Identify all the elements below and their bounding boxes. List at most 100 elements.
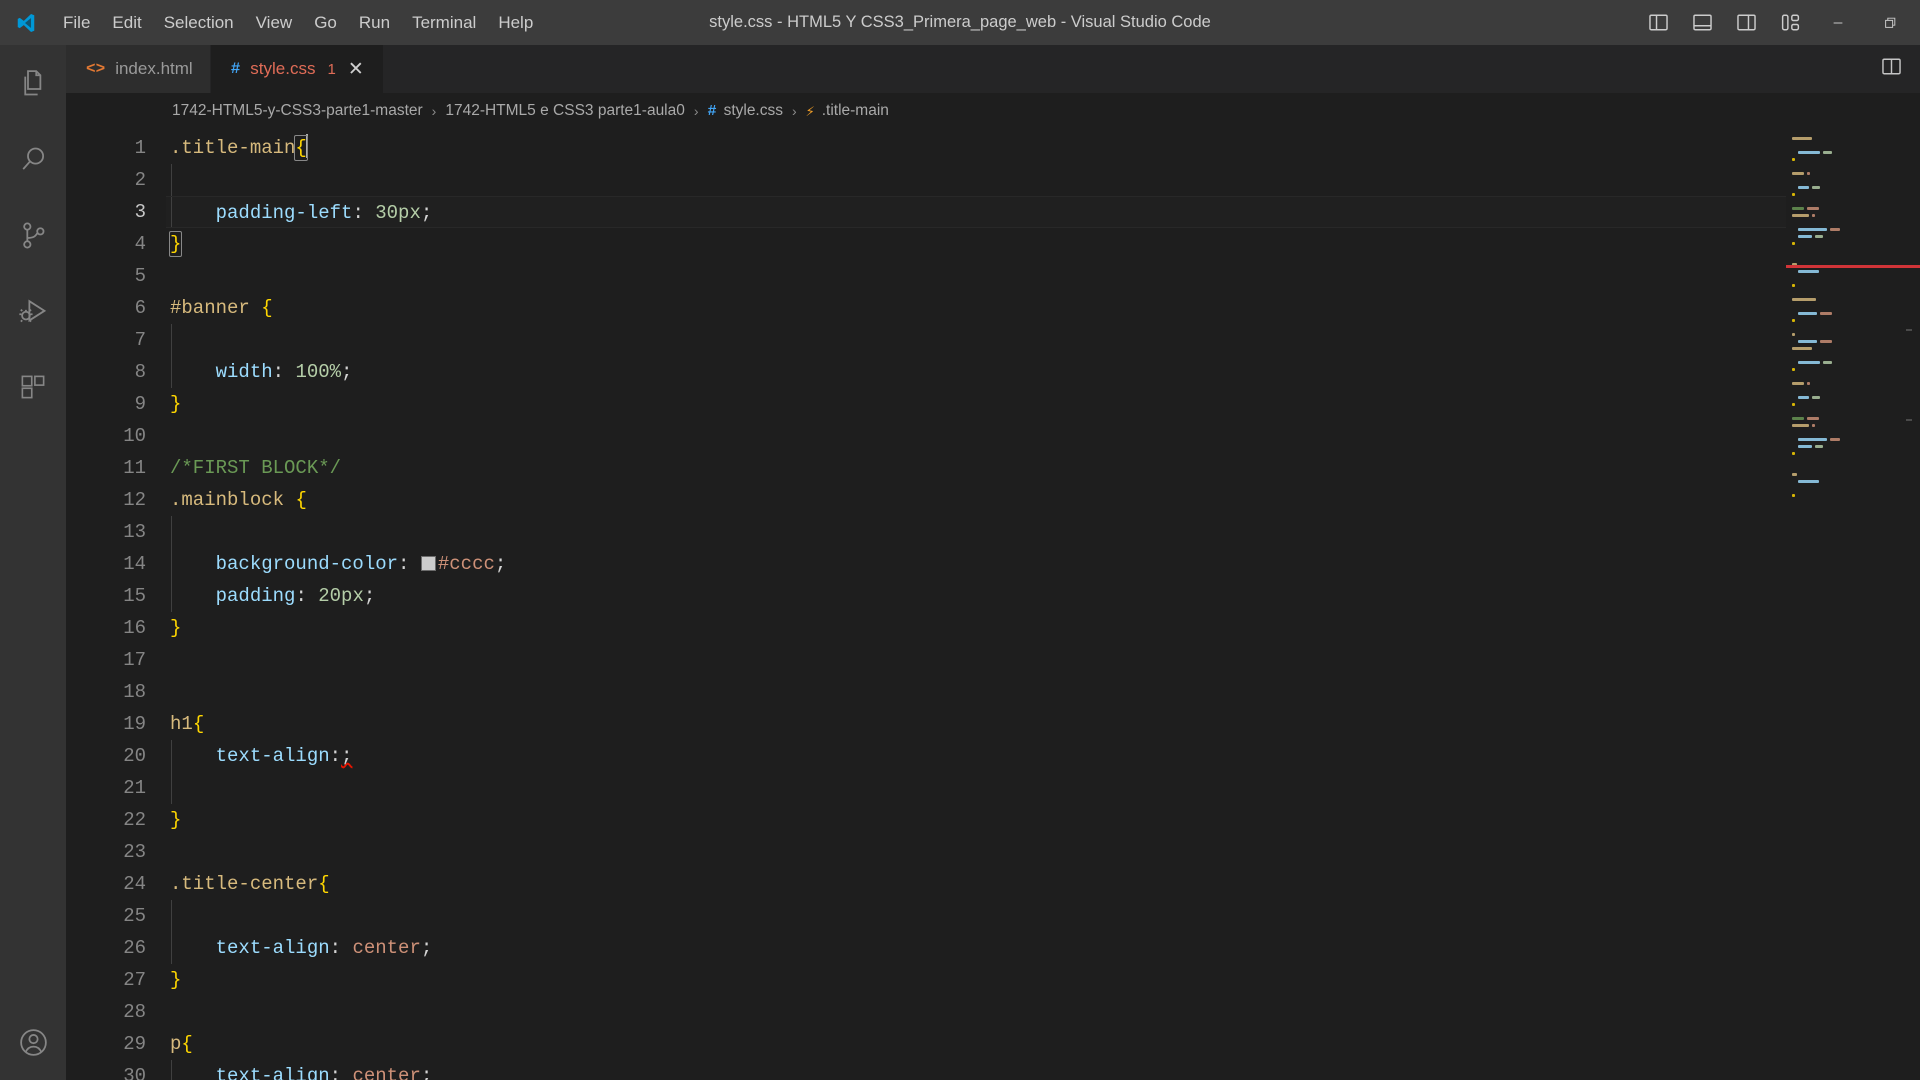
line-number: 20	[123, 745, 146, 767]
code-content[interactable]: .title-main{ padding-left: 30px; } #bann…	[166, 129, 1786, 1080]
minimap-line	[1786, 303, 1906, 310]
breadcrumb-label: 1742-HTML5 e CSS3 parte1-aula0	[445, 102, 685, 119]
code-line: p{	[170, 1033, 193, 1055]
restore-button[interactable]	[1864, 0, 1916, 45]
tab-label: style.css	[250, 59, 316, 78]
minimap-line	[1786, 394, 1906, 401]
css-file-icon: #	[707, 102, 717, 120]
indent-guide	[171, 164, 172, 196]
minimap-line	[1786, 436, 1906, 443]
minimap-line	[1786, 450, 1906, 457]
text-cursor	[305, 134, 308, 158]
overview-ruler[interactable]	[1906, 129, 1920, 1080]
minimap[interactable]	[1786, 129, 1906, 1080]
code-line	[166, 772, 1786, 804]
menu-file[interactable]: File	[52, 9, 101, 37]
css-file-icon: #	[230, 60, 241, 78]
minimize-button[interactable]	[1812, 0, 1864, 45]
line-number: 11	[123, 457, 146, 479]
breadcrumb-item-folder-sub[interactable]: 1742-HTML5 e CSS3 parte1-aula0	[445, 102, 685, 120]
split-editor-icon[interactable]	[1881, 56, 1902, 82]
sidebar-item-run-debug[interactable]	[0, 273, 66, 349]
menu-selection[interactable]: Selection	[153, 9, 245, 37]
code-line: background-color: #cccc;	[166, 548, 1786, 580]
minimap-line	[1786, 205, 1906, 212]
color-swatch[interactable]	[420, 556, 436, 571]
line-number: 30	[123, 1065, 146, 1080]
overview-change-marker	[1906, 329, 1912, 331]
toggle-panel-icon[interactable]	[1680, 2, 1724, 44]
sidebar-item-search[interactable]	[0, 121, 66, 197]
minimap-line	[1786, 156, 1906, 163]
editor-actions	[1881, 45, 1920, 93]
tab-style-css[interactable]: # style.css 1 ✕	[210, 45, 384, 93]
line-number: 5	[134, 265, 146, 287]
minimap-line	[1786, 240, 1906, 247]
toggle-secondary-sidebar-icon[interactable]	[1724, 2, 1768, 44]
minimap-line	[1786, 268, 1906, 275]
error-squiggle: ;	[341, 745, 353, 767]
minimap-line	[1786, 478, 1906, 485]
vscode-logo[interactable]	[0, 12, 52, 34]
code-line: h1{	[170, 713, 205, 735]
line-number: 9	[134, 393, 146, 415]
minimap-line	[1786, 296, 1906, 303]
minimap-line	[1786, 226, 1906, 233]
line-number: 25	[123, 905, 146, 927]
breadcrumb-item-file[interactable]: # style.css	[708, 102, 783, 120]
indent-guide	[171, 324, 172, 356]
breadcrumb-item-folder-root[interactable]: 1742-HTML5-y-CSS3-parte1-master	[172, 102, 423, 120]
minimap-line	[1786, 247, 1906, 254]
minimap-line	[1786, 254, 1906, 261]
code-line: }	[170, 393, 182, 415]
workbench: <> index.html # style.css 1 ✕ 1742-HTML5…	[0, 45, 1920, 1080]
minimap-line	[1786, 387, 1906, 394]
minimap-line	[1786, 233, 1906, 240]
minimap-line	[1786, 184, 1906, 191]
line-number: 13	[123, 521, 146, 543]
customize-layout-icon[interactable]	[1768, 2, 1812, 44]
menu-edit[interactable]: Edit	[101, 9, 152, 37]
minimap-line	[1786, 485, 1906, 492]
code-editor[interactable]: 1 2 3 4 5 6 7 8 9 10 11 12 13 14 15 16 1	[66, 129, 1920, 1080]
line-number: 2	[134, 169, 146, 191]
minimap-line	[1786, 275, 1906, 282]
breadcrumb: 1742-HTML5-y-CSS3-parte1-master › 1742-H…	[66, 93, 1920, 129]
breadcrumb-separator: ›	[792, 103, 797, 119]
sidebar-item-explorer[interactable]	[0, 45, 66, 121]
sidebar-item-extensions[interactable]	[0, 349, 66, 425]
minimap-line	[1786, 163, 1906, 170]
breadcrumb-item-symbol[interactable]: ⚡ .title-main	[806, 102, 889, 121]
code-line: }	[170, 809, 182, 831]
minimap-line	[1786, 324, 1906, 331]
line-number: 21	[123, 777, 146, 799]
tab-index-html[interactable]: <> index.html	[66, 45, 211, 93]
menu-help[interactable]: Help	[487, 9, 544, 37]
line-number: 3	[134, 201, 146, 223]
line-number: 26	[123, 937, 146, 959]
accounts-icon[interactable]	[0, 1004, 66, 1080]
sidebar-item-source-control[interactable]	[0, 197, 66, 273]
breadcrumb-separator: ›	[431, 103, 437, 119]
menu-go[interactable]: Go	[303, 9, 348, 37]
breadcrumb-separator: ›	[693, 103, 699, 119]
toggle-primary-sidebar-icon[interactable]	[1636, 2, 1680, 44]
tab-label: index.html	[115, 59, 193, 78]
line-number: 1	[134, 137, 146, 159]
code-line: .mainblock {	[170, 489, 307, 511]
indent-guide	[171, 356, 172, 388]
line-number: 4	[134, 233, 146, 255]
minimap-line	[1786, 380, 1906, 387]
code-line	[166, 516, 1786, 548]
close-icon[interactable]: ✕	[346, 60, 366, 79]
line-number: 18	[123, 681, 146, 703]
minimap-line	[1786, 345, 1906, 352]
menu-terminal[interactable]: Terminal	[401, 9, 487, 37]
menu-run[interactable]: Run	[348, 9, 401, 37]
minimap-line	[1786, 135, 1906, 142]
menu-view[interactable]: View	[245, 9, 304, 37]
